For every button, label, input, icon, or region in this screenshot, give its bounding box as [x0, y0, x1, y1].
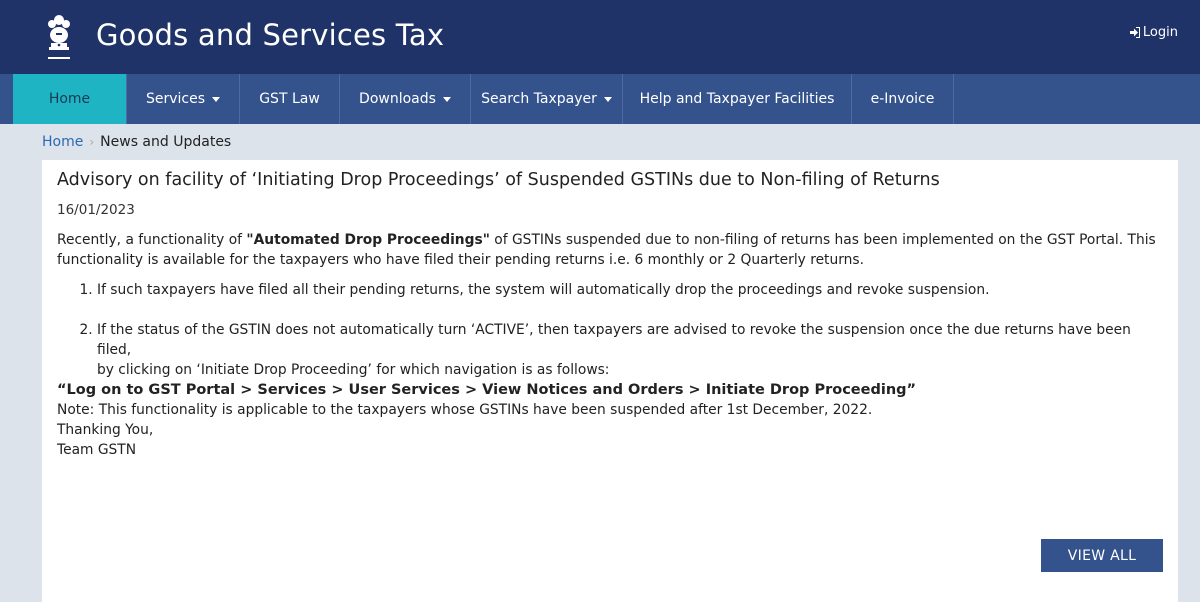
- sign-in-icon: [1129, 27, 1140, 38]
- news-date: 16/01/2023: [57, 202, 135, 218]
- breadcrumb: Home › News and Updates: [42, 134, 231, 150]
- intro-paragraph: Recently, a functionality of "Automated …: [57, 230, 1157, 270]
- chevron-right-icon: ›: [89, 135, 95, 149]
- nav-search-taxpayer[interactable]: Search Taxpayer: [471, 74, 623, 124]
- list-item: If such taxpayers have filed all their p…: [97, 280, 1157, 300]
- intro-line2: functionality is available for the taxpa…: [57, 252, 864, 268]
- nav-gst-law[interactable]: GST Law: [240, 74, 340, 124]
- main-nav: Home Services GST Law Downloads Search T…: [0, 74, 1200, 124]
- nav-home-label: Home: [48, 91, 91, 107]
- list-item: If the status of the GSTIN does not auto…: [97, 320, 1157, 380]
- point-1-text: If such taxpayers have filed all their p…: [97, 282, 990, 298]
- intro-pre: Recently, a functionality of: [57, 232, 247, 248]
- point-2-line1: If the status of the GSTIN does not auto…: [97, 322, 1131, 358]
- note-text: Note: This functionality is applicable t…: [57, 402, 873, 418]
- closing-thanks: Thanking You,: [57, 422, 154, 438]
- nav-home[interactable]: Home: [13, 74, 127, 124]
- news-body: Recently, a functionality of "Automated …: [57, 230, 1157, 460]
- news-title: Advisory on facility of ‘Initiating Drop…: [57, 170, 940, 190]
- caret-down-icon: [442, 96, 451, 102]
- view-all-button[interactable]: VIEW ALL: [1041, 539, 1163, 572]
- nav-services-label: Services: [145, 91, 206, 107]
- breadcrumb-home-link[interactable]: Home: [42, 134, 83, 150]
- nav-downloads-label: Downloads: [359, 91, 436, 107]
- point-2-line2: by clicking on ‘Initiate Drop Proceeding…: [97, 362, 610, 378]
- closing-team: Team GSTN: [57, 442, 137, 458]
- site-header: Goods and Services Tax Login: [0, 0, 1200, 74]
- nav-search-taxpayer-label: Search Taxpayer: [481, 91, 597, 107]
- breadcrumb-current: News and Updates: [100, 134, 232, 150]
- nav-downloads[interactable]: Downloads: [340, 74, 471, 124]
- intro-bold: "Automated Drop Proceedings": [246, 232, 490, 248]
- nav-help-taxpayer-facilities[interactable]: Help and Taxpayer Facilities: [623, 74, 852, 124]
- navigation-path: “Log on to GST Portal > Services > User …: [57, 382, 917, 398]
- news-card: Advisory on facility of ‘Initiating Drop…: [42, 160, 1178, 602]
- nav-e-invoice[interactable]: e-Invoice: [852, 74, 954, 124]
- login-label: Login: [1142, 25, 1178, 40]
- intro-post: of GSTINs suspended due to non-filing of…: [489, 232, 1156, 248]
- login-link[interactable]: Login: [1129, 25, 1178, 40]
- caret-down-icon: [212, 96, 221, 102]
- caret-down-icon: [603, 96, 612, 102]
- national-emblem-icon: [48, 15, 70, 59]
- nav-gst-law-label: GST Law: [259, 91, 320, 107]
- site-title: Goods and Services Tax: [96, 18, 445, 52]
- nav-services[interactable]: Services: [127, 74, 240, 124]
- nav-help-label: Help and Taxpayer Facilities: [639, 91, 835, 107]
- advisory-list: If such taxpayers have filed all their p…: [57, 280, 1157, 380]
- nav-e-invoice-label: e-Invoice: [870, 91, 935, 107]
